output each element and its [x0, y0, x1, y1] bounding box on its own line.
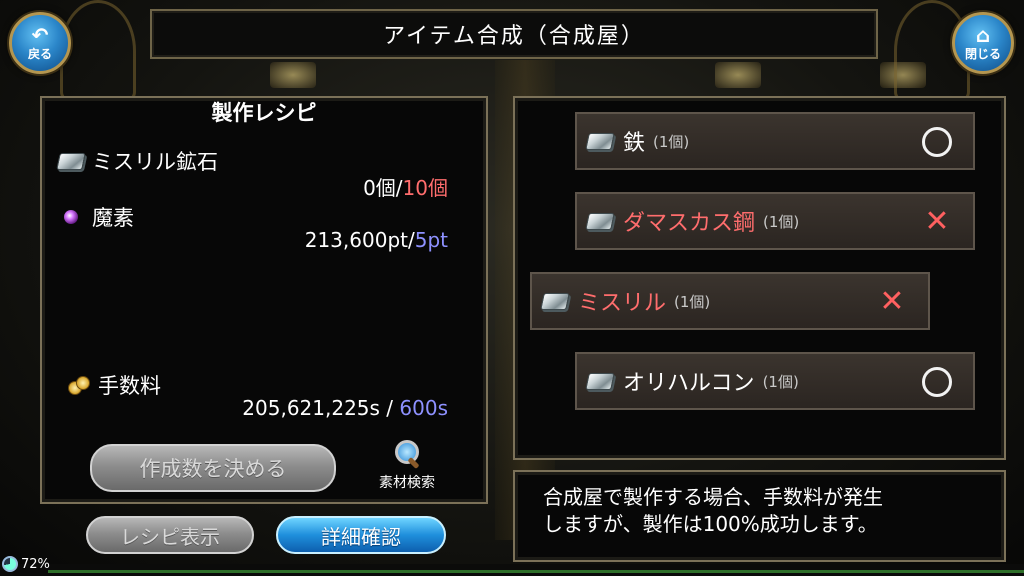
material-count: (1個) [674, 292, 711, 311]
background-lamp [715, 62, 761, 88]
ingredient-have: 0個 [363, 176, 396, 200]
bottom-status-bar [0, 564, 1024, 576]
ingot-icon [585, 372, 615, 390]
quantity-separator: / [407, 228, 415, 252]
battery-level: 72% [21, 556, 50, 572]
fee-label: 手数料 [98, 374, 161, 398]
ingredient-quantity: 0個/10個 [363, 172, 448, 201]
cross-mark-icon: ✕ [879, 284, 905, 319]
page-title: アイテム合成（合成屋） [150, 9, 878, 59]
recipe-panel-title: 製作レシピ [211, 101, 317, 125]
message-panel: 合成屋で製作する場合、手数料が発生 しますが、製作は100%成功します。 [513, 470, 1006, 562]
cross-mark-icon: ✕ [924, 204, 950, 239]
circle-mark-icon [922, 127, 952, 157]
info-message-line: 合成屋で製作する場合、手数料が発生 [543, 485, 883, 509]
unavailable-status: ✕ [919, 204, 955, 240]
close-button-label: 閉じる [964, 46, 1001, 61]
ingredient-have: 213,600pt [304, 228, 408, 252]
ingot-icon [585, 212, 615, 230]
battery-indicator: 72% [2, 556, 50, 572]
available-status [919, 124, 955, 160]
ingredient-need: 10個 [402, 176, 448, 200]
magic-orb-icon [64, 210, 78, 224]
fee-row: 手数料 [68, 370, 161, 400]
ore-icon [56, 152, 86, 170]
info-message-line: しますが、製作は100%成功します。 [543, 512, 878, 536]
quantity-separator: / [395, 176, 403, 200]
fee-quantity: 205,621,225s / 600s [242, 396, 448, 420]
ingredient-row: ミスリル鉱石 [56, 146, 218, 176]
fee-have: 205,621,225s [242, 396, 380, 420]
material-row-selected[interactable]: ミスリル (1個) ✕ [530, 272, 930, 330]
material-row[interactable]: ダマスカス鋼 (1個) ✕ [575, 192, 975, 250]
material-name: オリハルコン [623, 371, 755, 396]
back-button[interactable]: ↶ 戻る [9, 12, 71, 74]
material-name: 鉄 [623, 131, 646, 156]
available-status [919, 364, 955, 400]
material-count: (1個) [763, 212, 800, 231]
material-search-button[interactable]: 素材検索 [372, 440, 442, 498]
background-lamp [270, 62, 316, 88]
material-search-label: 素材検索 [379, 475, 435, 491]
ingredient-name: 魔素 [92, 206, 134, 230]
home-icon: ⌂ [975, 22, 991, 47]
battery-gauge-icon [2, 556, 18, 572]
material-row[interactable]: オリハルコン (1個) [575, 352, 975, 410]
material-name: ミスリル [578, 291, 667, 316]
circle-mark-icon [922, 367, 952, 397]
ingredient-row: 魔素 [62, 202, 134, 232]
material-name: ダマスカス鋼 [623, 211, 756, 236]
corner-ornament-left [60, 0, 136, 102]
info-message: 合成屋で製作する場合、手数料が発生 しますが、製作は100%成功します。 [543, 484, 992, 538]
material-count: (1個) [762, 372, 799, 391]
quantity-separator: / [379, 396, 400, 420]
ingredient-need: 5pt [414, 228, 448, 252]
material-count: (1個) [653, 132, 690, 151]
details-button[interactable]: 詳細確認 [276, 516, 446, 554]
back-button-label: 戻る [27, 46, 52, 61]
recipe-display-button[interactable]: レシピ表示 [86, 516, 254, 554]
decide-quantity-button[interactable]: 作成数を決める [90, 444, 336, 492]
ingot-icon [540, 292, 570, 310]
material-row[interactable]: 鉄 (1個) [575, 112, 975, 170]
close-button[interactable]: ⌂ 閉じる [952, 12, 1014, 74]
coins-icon [68, 376, 90, 395]
unavailable-status: ✕ [874, 284, 910, 320]
ingot-icon [585, 132, 615, 150]
ingredient-quantity: 213,600pt/5pt [305, 228, 448, 252]
back-arrow-icon: ↶ [31, 22, 49, 47]
ingredient-name: ミスリル鉱石 [92, 150, 218, 174]
fee-need: 600s [399, 396, 448, 420]
magnifier-icon [393, 440, 421, 470]
